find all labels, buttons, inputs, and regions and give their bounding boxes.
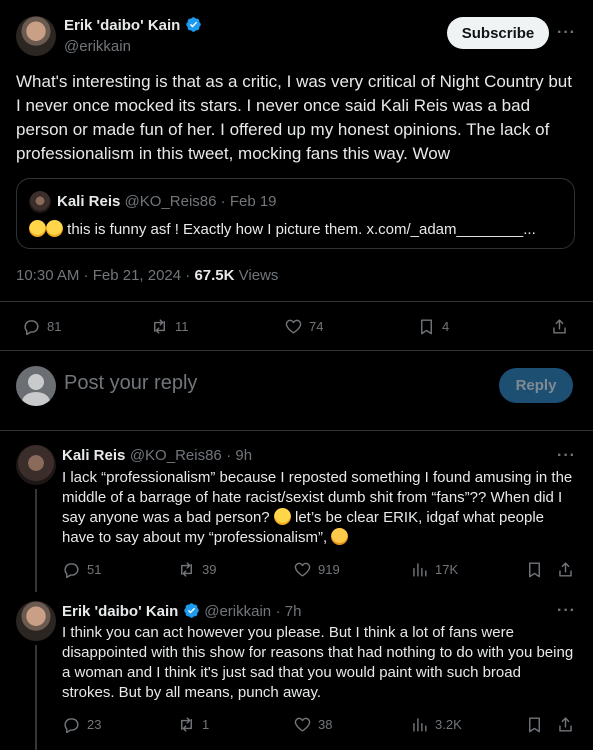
user-avatar [16, 366, 56, 406]
reply-icon [24, 320, 39, 336]
bookmark-action[interactable] [525, 560, 544, 579]
quote-author-avatar [29, 191, 51, 213]
repost-icon [181, 562, 192, 577]
share-icon [559, 717, 572, 732]
rofl-emoji-icon [29, 220, 46, 237]
repost-count: 1 [202, 717, 210, 732]
bookmark-action[interactable] [525, 715, 544, 734]
author-name-row[interactable]: Erik 'daibo' Kain [64, 16, 202, 35]
reply-text: I lack “professionalism” because I repos… [62, 468, 577, 548]
reply-icon [64, 718, 79, 734]
reply-author-handle[interactable]: @KO_Reis86 [130, 447, 222, 464]
reply-time[interactable]: · 9h [226, 447, 252, 464]
repost-icon [154, 319, 165, 334]
quote-text: this is funny asf ! Exactly how I pictur… [63, 221, 536, 238]
thread-line [35, 489, 37, 592]
views-count: 17K [435, 562, 459, 577]
reply-text: I think you can act however you please. … [62, 624, 574, 701]
quote-header: Kali Reis @KO_Reis86 · Feb 19 [57, 193, 277, 210]
reply-author-name[interactable]: Erik 'daibo' Kain [62, 603, 178, 620]
author-avatar[interactable] [16, 16, 56, 56]
reply-button[interactable]: Reply [499, 368, 573, 403]
share-action[interactable] [556, 715, 575, 734]
bookmark-action[interactable]: 4 [417, 317, 449, 336]
author-handle[interactable]: @erikkain [64, 38, 131, 55]
reply-header: Erik 'daibo' Kain @erikkain · 7h [62, 602, 301, 621]
share-action[interactable] [556, 560, 575, 579]
views-count: 3.2K [435, 717, 462, 732]
more-options-icon[interactable]: ··· [557, 602, 576, 620]
reply-author-avatar[interactable] [16, 445, 56, 485]
bookmark-icon [529, 562, 540, 578]
reply-icon [64, 563, 79, 579]
reply-action[interactable]: 81 [22, 317, 61, 336]
subscribe-button[interactable]: Subscribe [447, 17, 549, 49]
repost-action[interactable]: 11 [150, 317, 189, 336]
heart-icon [294, 717, 311, 732]
tweet-time[interactable]: 10:30 AM · Feb 21, 2024 · [16, 267, 194, 284]
tweet-meta: 10:30 AM · Feb 21, 2024 · 67.5K Views [16, 267, 278, 284]
quote-tweet-card[interactable]: Kali Reis @KO_Reis86 · Feb 19 this is fu… [16, 178, 575, 249]
heart-icon [294, 562, 311, 577]
thread-line [35, 645, 37, 750]
repost-count: 11 [175, 319, 189, 334]
like-count: 919 [318, 562, 340, 577]
quote-date: · Feb 19 [220, 193, 277, 210]
like-action[interactable]: 919 [293, 560, 340, 579]
divider [0, 350, 593, 351]
verified-badge-icon [186, 17, 201, 32]
reply-action[interactable]: 23 [62, 715, 101, 734]
views-action[interactable]: 17K [410, 560, 458, 579]
reply-author-avatar[interactable] [16, 601, 56, 641]
views-label: Views [234, 267, 279, 284]
bookmark-icon [421, 319, 432, 335]
views-bar-chart-icon [413, 718, 427, 732]
reply-input[interactable]: Post your reply [64, 372, 197, 395]
views-count: 67.5K [194, 267, 235, 284]
tweet-text: What's interesting is that as a critic, … [16, 72, 572, 163]
quote-author-handle: @KO_Reis86 [124, 193, 217, 210]
bookmark-icon [529, 717, 540, 733]
divider [0, 430, 593, 431]
more-options-icon[interactable]: ··· [557, 447, 576, 465]
heart-icon [285, 319, 302, 334]
share-icon [553, 319, 566, 334]
rofl-emoji-icon [46, 220, 63, 237]
more-options-icon[interactable]: ··· [557, 24, 576, 42]
yawn-emoji-icon [331, 528, 349, 545]
views-bar-chart-icon [413, 563, 427, 577]
share-icon [559, 562, 572, 577]
repost-action[interactable]: 1 [177, 715, 209, 734]
reply-action[interactable]: 51 [62, 560, 101, 579]
views-action[interactable]: 3.2K [410, 715, 462, 734]
quote-body: this is funny asf ! Exactly how I pictur… [29, 220, 536, 238]
bookmark-count: 4 [442, 319, 450, 334]
like-count: 74 [309, 319, 324, 334]
quote-author-name: Kali Reis [57, 193, 121, 210]
reply-count: 51 [87, 562, 102, 577]
repost-action[interactable]: 39 [177, 560, 216, 579]
reply-author-name[interactable]: Kali Reis [62, 447, 125, 464]
rofl-emoji-icon [273, 508, 291, 525]
reply-count: 81 [47, 319, 62, 334]
repost-icon [181, 717, 192, 732]
repost-count: 39 [202, 562, 217, 577]
author-name[interactable]: Erik 'daibo' Kain [64, 17, 180, 34]
like-action[interactable]: 38 [293, 715, 332, 734]
like-action[interactable]: 74 [284, 317, 323, 336]
reply-time[interactable]: · 7h [276, 603, 302, 620]
reply-count: 23 [87, 717, 102, 732]
share-action[interactable] [550, 317, 569, 336]
like-count: 38 [318, 717, 333, 732]
reply-author-handle[interactable]: @erikkain [204, 603, 271, 620]
divider [0, 301, 593, 302]
verified-badge-icon [184, 603, 199, 618]
reply-header: Kali Reis @KO_Reis86 · 9h [62, 447, 252, 465]
